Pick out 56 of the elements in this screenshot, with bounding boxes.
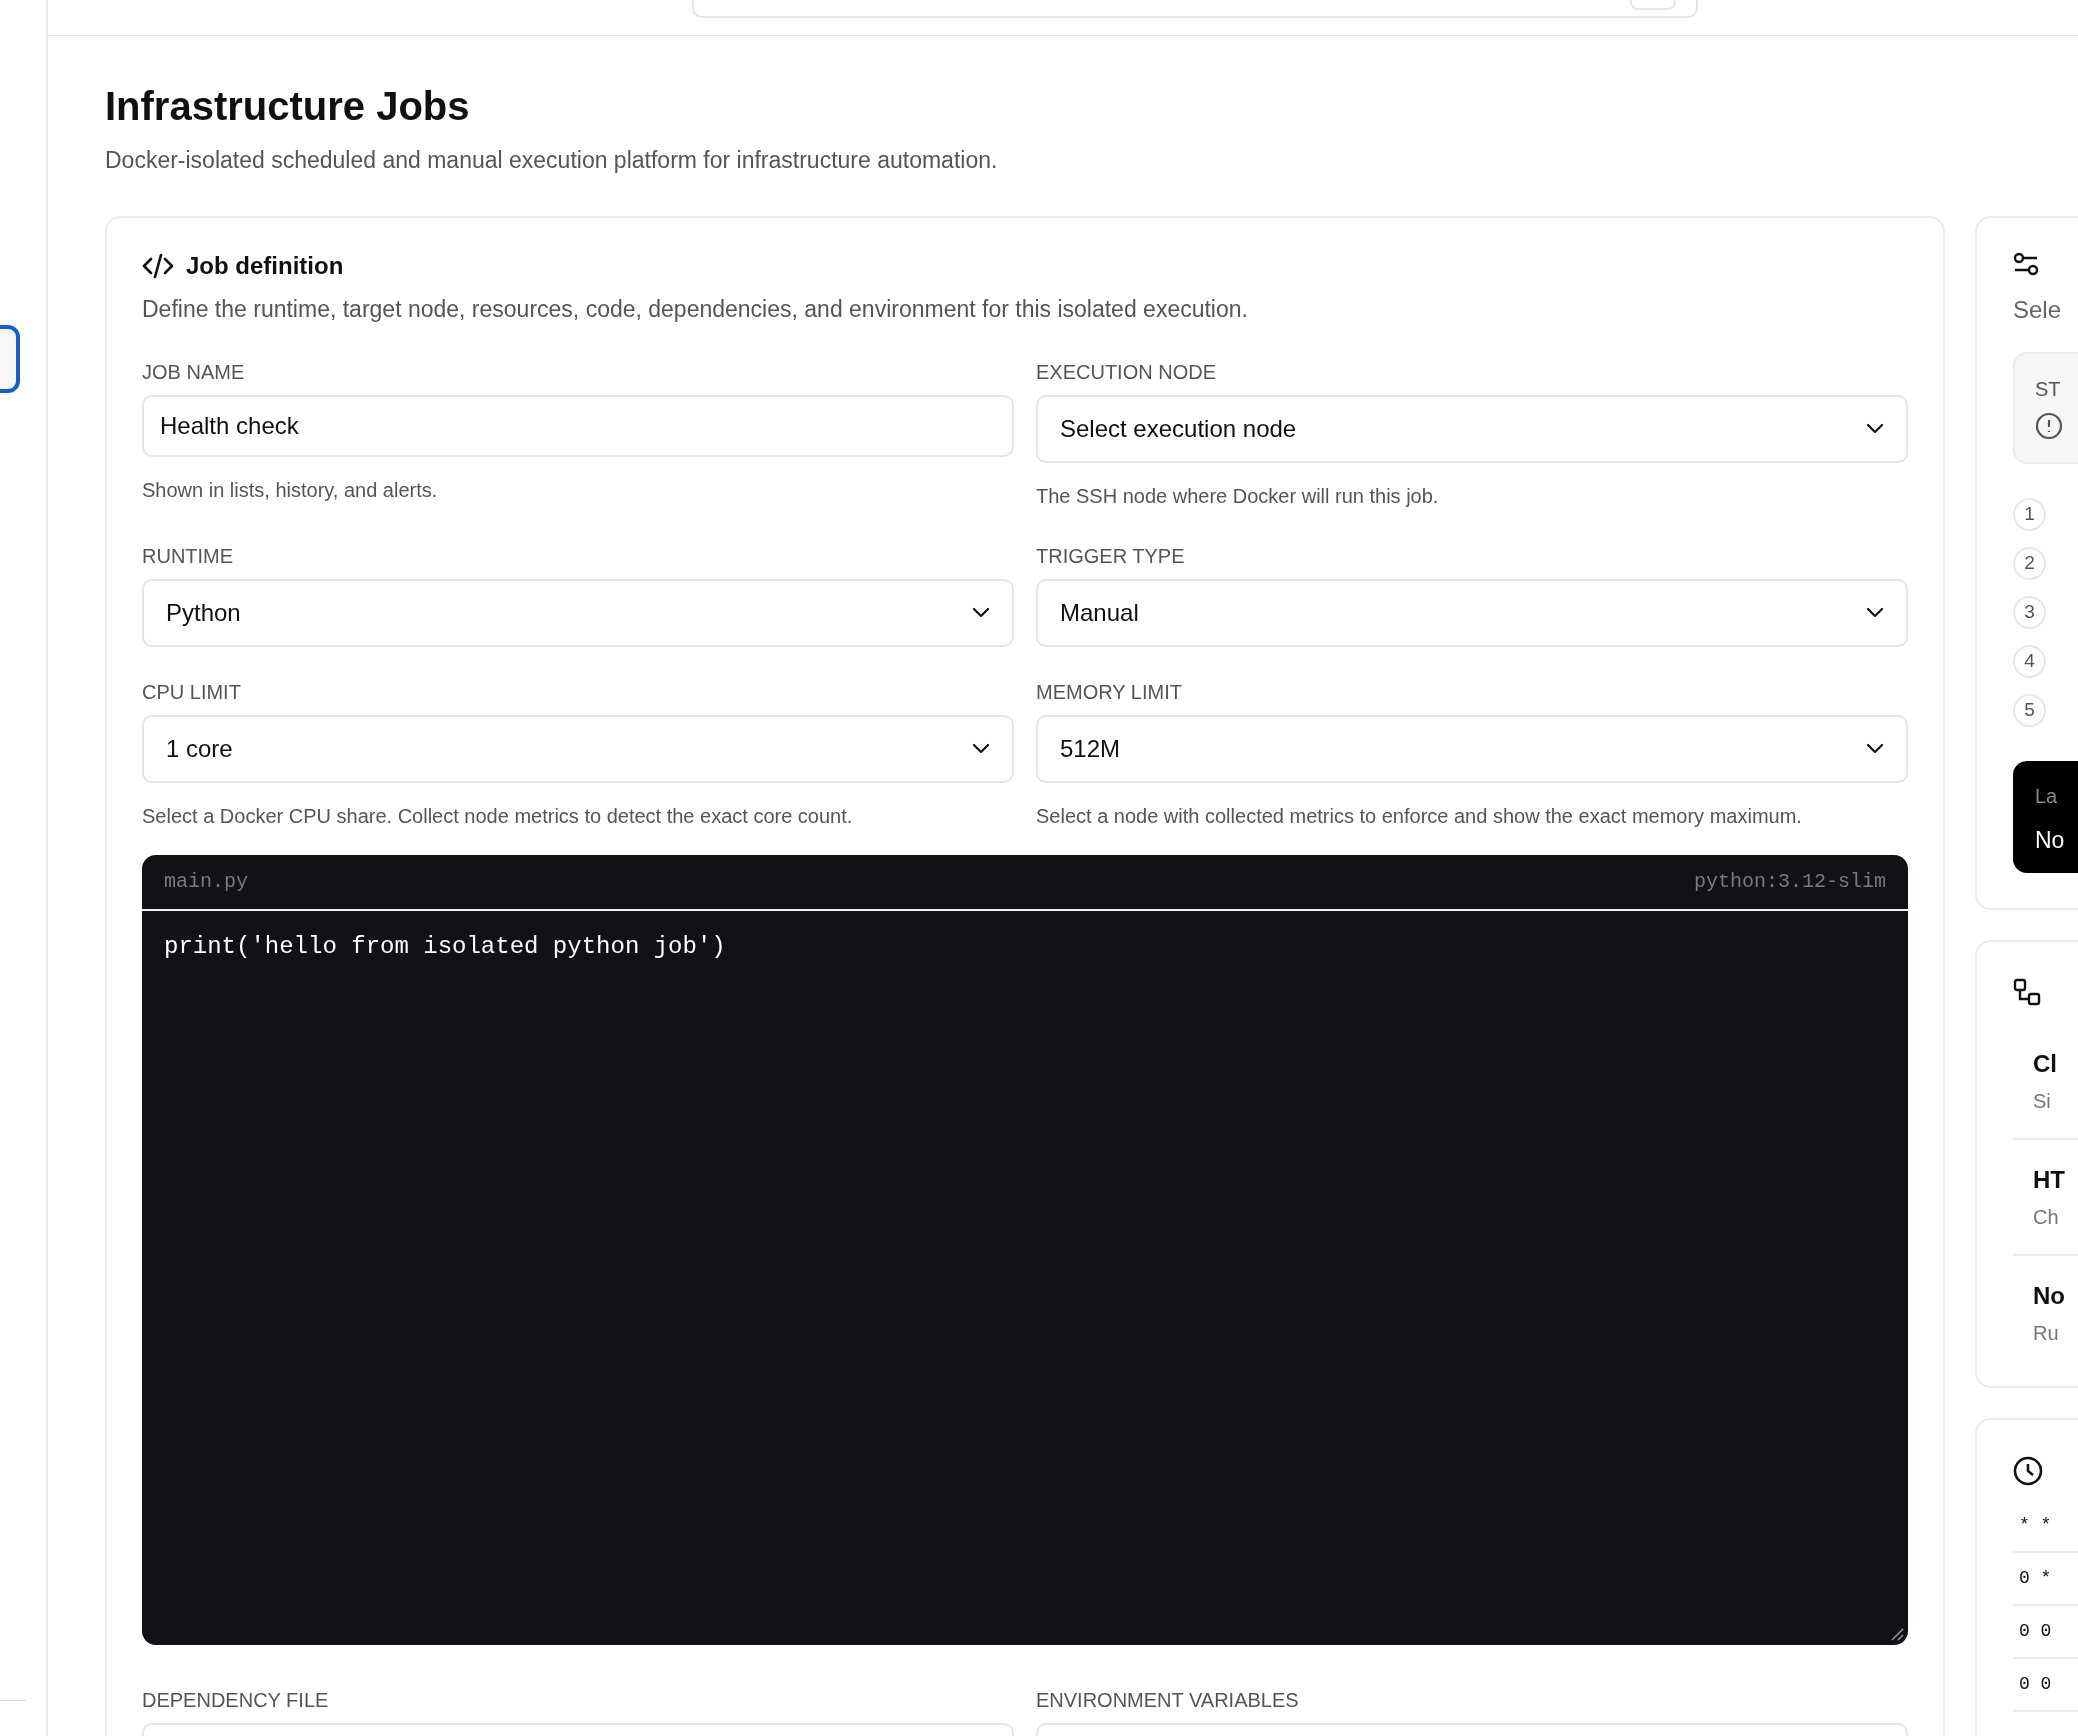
sliders-icon [2013,252,2039,276]
text-input[interactable]: Health check [142,394,1014,457]
select-dropdown[interactable]: 512M [1036,714,1908,783]
card-title: Job definition [186,251,344,281]
cron-expression: 0 0 [2019,1620,2053,1643]
alert-icon [2035,412,2063,440]
page-subtitle: Docker-isolated scheduled and manual execution platform for infrastructure automation. [105,146,999,175]
template-description: Ru [2033,1321,2060,1346]
field-label: TRIGGER TYPE [1036,543,1186,569]
help-text: Select a Docker CPU share. Collect node metrics to detect the exact core count. [142,803,854,829]
page-title: Infrastructure Jobs [105,83,471,130]
cron-expression: 0 * [2019,1567,2053,1590]
chevron-down-icon [972,743,990,754]
field-label: ENVIRONMENT VARIABLES [1036,1687,1300,1713]
resize-grip-icon[interactable] [1890,1626,1904,1641]
field-label: JOB NAME [142,359,246,385]
help-text: Shown in lists, history, and alerts. [142,477,439,503]
help-text: Select a node with collected metrics to enforce and show the exact memory maximum. [1036,803,1803,829]
panel-text: Sele [2013,295,2063,325]
field-label: MEMORY LIMIT [1036,679,1183,705]
step-number: 5 [2013,694,2046,727]
file-name: main.py [164,868,248,895]
runtime-image: python:3.12-slim [1693,868,1886,895]
card-description: Define the runtime, target node, resources, code, dependencies, and environment for this isolated execution. [142,295,1249,324]
chevron-down-icon [1866,607,1884,618]
template-title: No [2033,1281,2066,1311]
last-run-value: No [2035,826,2066,855]
field-label: CPU LIMIT [142,679,242,705]
cron-expression: 0 0 [2019,1673,2053,1696]
step-number: 4 [2013,645,2046,678]
template-description: Si [2033,1089,2052,1114]
code-icon [142,253,174,279]
select-dropdown[interactable]: Select execution node [1036,394,1908,463]
status-label: ST [2035,377,2062,402]
chevron-down-icon [1866,423,1884,434]
code-editor[interactable]: main.py python:3.12-slim print('hello from isolated python job') [142,854,1908,1645]
step-number: 1 [2013,498,2046,531]
step-number: 2 [2013,547,2046,580]
template-description: Ch [2033,1205,2060,1230]
chevron-down-icon [1866,743,1884,754]
field-label: RUNTIME [142,543,235,569]
select-dropdown[interactable]: Python [142,578,1014,647]
select-dropdown[interactable]: 1 core [142,714,1014,783]
cron-expression: * * [2019,1514,2053,1537]
field-label: DEPENDENCY FILE [142,1687,330,1713]
step-number: 3 [2013,596,2046,629]
template-title: HT [2033,1165,2066,1195]
last-run-label: La [2035,784,2059,809]
select-dropdown[interactable]: Manual [1036,578,1908,647]
chevron-down-icon [972,607,990,618]
help-text: The SSH node where Docker will run this job. [1036,483,1440,509]
nodes-icon [2013,978,2041,1006]
field-label: EXECUTION NODE [1036,359,1218,385]
clock-icon [2013,1456,2043,1486]
code-text: print('hello from isolated python job') [163,931,727,962]
template-title: Cl [2033,1049,2058,1079]
